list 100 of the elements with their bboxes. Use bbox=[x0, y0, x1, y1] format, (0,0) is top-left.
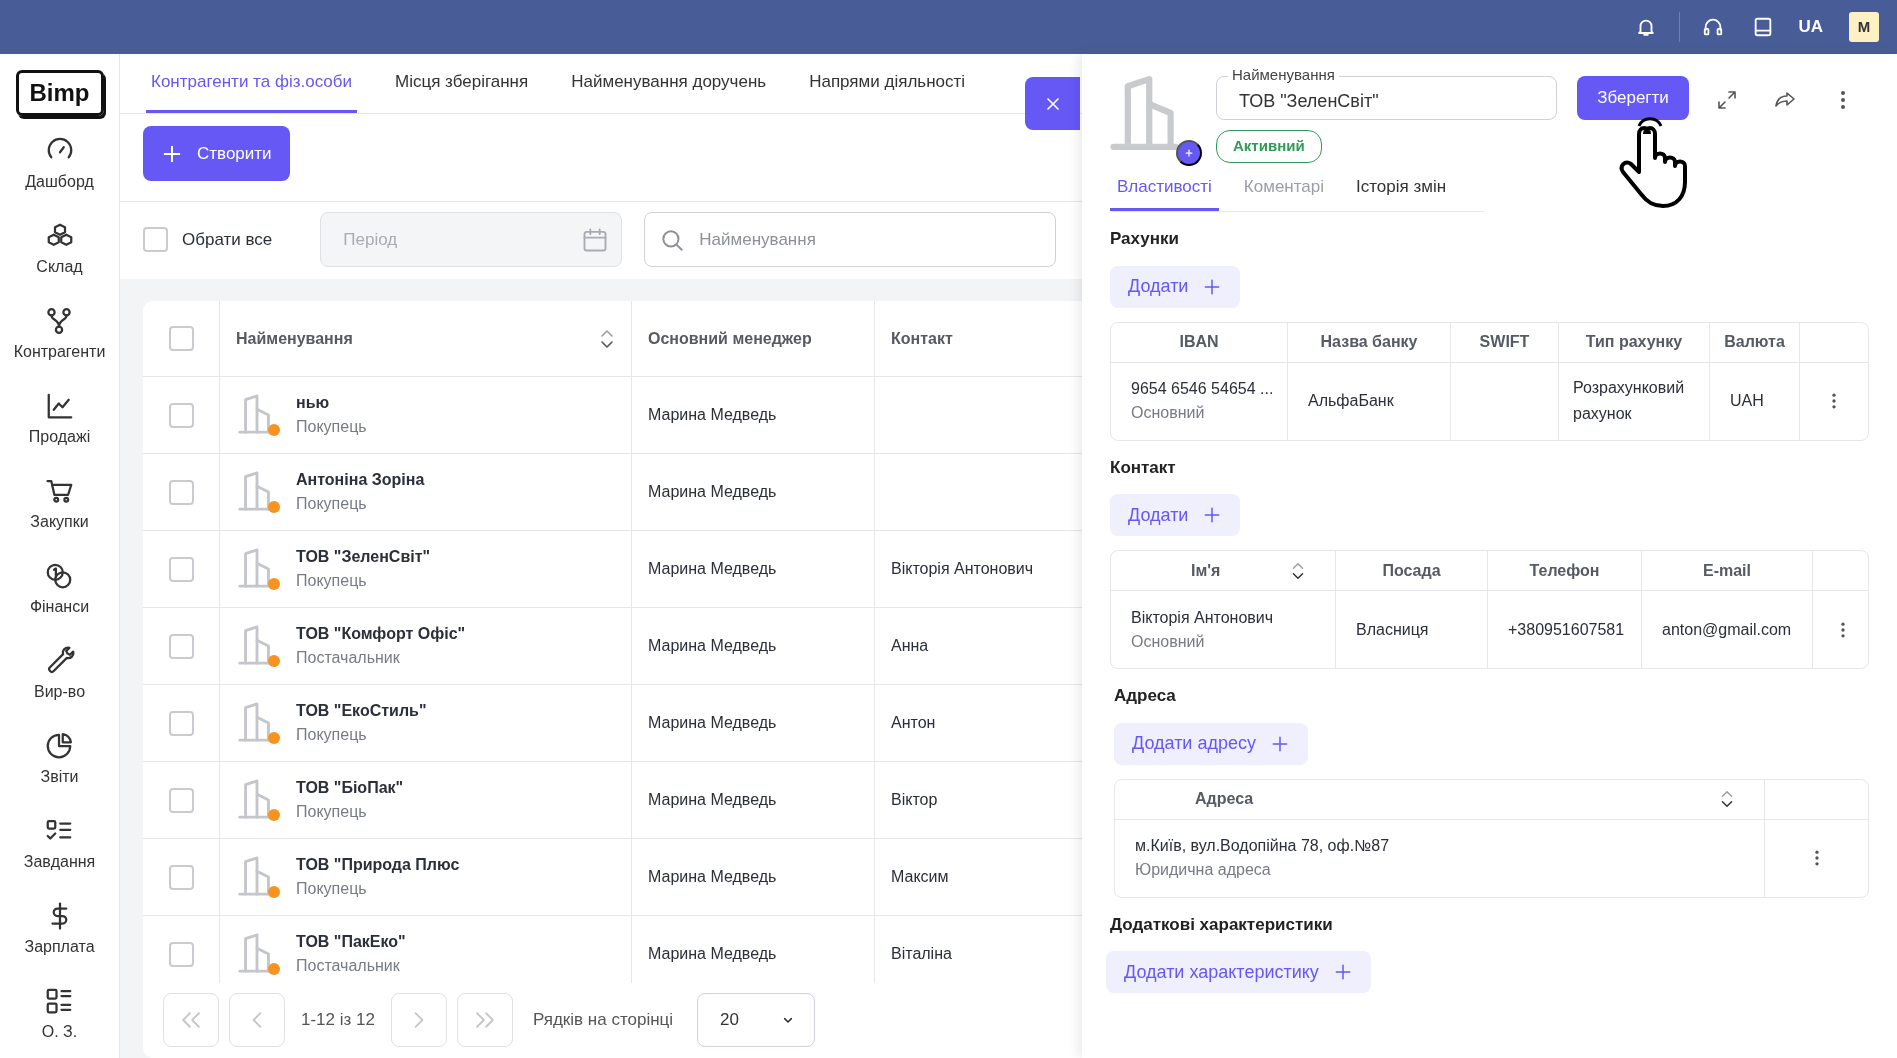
counterparty-type: Покупець bbox=[296, 725, 368, 745]
logo[interactable]: Bimp bbox=[15, 70, 104, 116]
column-header[interactable]: Контакт bbox=[891, 326, 953, 351]
save-button[interactable]: Зберегти bbox=[1577, 76, 1689, 120]
table-cell-text: Марина Медведь bbox=[648, 482, 777, 502]
table-cell-text: АльфаБанк bbox=[1308, 391, 1394, 411]
checkbox[interactable] bbox=[143, 227, 168, 252]
column-header[interactable]: Посада bbox=[1382, 558, 1441, 583]
sidebar-item[interactable]: Фінанси bbox=[29, 547, 90, 633]
column-header[interactable]: E-mail bbox=[1703, 558, 1751, 583]
table-cell-text: Антон bbox=[891, 713, 936, 733]
sidebar-item[interactable]: Дашборд bbox=[25, 122, 94, 208]
page-range: 1-12 із 12 bbox=[301, 1009, 375, 1032]
section-title: Контакт bbox=[1110, 456, 1177, 479]
rows-per-page-select[interactable]: 20 bbox=[697, 993, 816, 1047]
status-dot bbox=[268, 655, 280, 667]
column-header[interactable]: Адреса bbox=[1135, 786, 1744, 812]
previous-page-button[interactable] bbox=[229, 993, 285, 1047]
checkbox[interactable] bbox=[168, 941, 194, 967]
next-page-button[interactable] bbox=[390, 993, 447, 1047]
counterparty-name: ТОВ "ПакЕко" bbox=[296, 932, 406, 952]
counterparty-type: Постачальник bbox=[296, 648, 401, 668]
sidebar-item[interactable]: Закупки bbox=[30, 462, 89, 548]
checkbox[interactable] bbox=[168, 479, 194, 505]
close-button[interactable] bbox=[1025, 77, 1080, 130]
table-cell-text: Анна bbox=[891, 636, 929, 656]
status-dot bbox=[268, 732, 280, 744]
table-cell-text: Марина Медведь bbox=[648, 405, 777, 425]
counterparty-name: ТОВ "БіоПак" bbox=[296, 778, 404, 798]
column-header[interactable]: Тип рахунку bbox=[1585, 330, 1683, 354]
column-header[interactable]: Найменування bbox=[236, 325, 631, 352]
counterparty-type: Покупець bbox=[296, 802, 368, 822]
create-button[interactable]: Створити bbox=[143, 126, 290, 181]
checkbox[interactable] bbox=[168, 326, 194, 351]
first-page-icon bbox=[182, 1012, 200, 1028]
table-cell-text: Віктор bbox=[891, 790, 938, 810]
table-cell-text: UAH bbox=[1730, 391, 1764, 411]
add-button[interactable]: Додати bbox=[1110, 494, 1241, 536]
checkbox[interactable] bbox=[168, 633, 194, 659]
counterparty-name: ТОВ "Природа Плюс bbox=[296, 855, 460, 875]
table-cell-text: Максим bbox=[891, 867, 949, 887]
counterparty-name: Антоніна Зоріна bbox=[296, 470, 425, 490]
field-label: Найменування bbox=[1228, 66, 1339, 84]
sidebar-item[interactable]: Продажі bbox=[28, 377, 91, 463]
sidebar-item[interactable]: Склад bbox=[36, 207, 83, 293]
checkbox[interactable] bbox=[168, 710, 194, 736]
checkbox[interactable] bbox=[168, 864, 194, 890]
counterparty-type: Покупець bbox=[296, 417, 367, 437]
counterparty-name: ТОВ "Комфорт Офіс" bbox=[296, 624, 466, 644]
first-page-button[interactable] bbox=[163, 993, 219, 1047]
sidebar-item[interactable]: Зарплата bbox=[24, 887, 95, 973]
table-cell-text: Марина Медведь bbox=[648, 790, 777, 810]
counterparty-name: нью bbox=[296, 393, 331, 413]
checkbox[interactable] bbox=[168, 402, 194, 428]
cell-subtext: Основний bbox=[1131, 631, 1205, 652]
sidebar-item[interactable]: Завдання bbox=[23, 802, 96, 888]
column-header[interactable]: IBAN bbox=[1179, 330, 1219, 354]
tab[interactable]: Історія змін bbox=[1349, 166, 1454, 211]
tab[interactable]: Місця зберігання bbox=[390, 54, 534, 113]
status-dot bbox=[268, 501, 280, 513]
add-button[interactable]: Додати bbox=[1110, 265, 1241, 308]
status-dot bbox=[268, 578, 280, 590]
previous-page-icon bbox=[252, 1012, 262, 1028]
language-code[interactable]: UA bbox=[1798, 14, 1823, 40]
column-header[interactable]: SWIFT bbox=[1479, 330, 1530, 354]
table-cell-text: +380951607581 bbox=[1508, 619, 1625, 640]
column-header[interactable]: Телефон bbox=[1529, 558, 1600, 583]
table-cell-text: Розрахунковий рахунок bbox=[1573, 378, 1686, 424]
counterparty-type: Постачальник bbox=[296, 956, 401, 976]
headset-icon bbox=[1702, 16, 1725, 38]
status-dot bbox=[268, 809, 280, 821]
sidebar-item[interactable]: Звіти bbox=[40, 717, 79, 803]
add-button[interactable]: Додати адресу bbox=[1114, 722, 1308, 765]
section-title: Додаткові характеристики bbox=[1110, 913, 1334, 936]
table-cell-text: Віталіна bbox=[891, 944, 952, 964]
cell-subtext: Основний bbox=[1131, 403, 1205, 423]
add-button[interactable]: Додати характеристику bbox=[1106, 951, 1371, 993]
sidebar-item[interactable]: Контрагенти bbox=[13, 292, 106, 378]
tab[interactable]: Найменування доручень bbox=[566, 54, 772, 113]
column-header[interactable]: Валюта bbox=[1724, 330, 1785, 354]
last-page-button[interactable] bbox=[456, 993, 513, 1047]
column-header[interactable]: Назва банку bbox=[1320, 330, 1418, 354]
user-avatar[interactable]: M bbox=[1849, 12, 1879, 42]
sidebar-item[interactable]: О. З. bbox=[41, 972, 78, 1058]
checkbox[interactable] bbox=[168, 787, 194, 813]
add-photo-button[interactable] bbox=[1176, 140, 1202, 166]
column-header[interactable]: Ім'я bbox=[1131, 557, 1315, 584]
table-cell-text: Марина Медведь bbox=[648, 636, 777, 656]
counterparty-name: ТОВ "ЕкоСтиль" bbox=[296, 701, 427, 721]
tab[interactable]: Властивості bbox=[1110, 166, 1219, 211]
table-cell-text: Марина Медведь bbox=[648, 559, 777, 579]
cell-text: м.Київ, вул.Водопійна 78, оф.№87 bbox=[1135, 836, 1390, 856]
table-cell-text: Марина Медведь bbox=[648, 867, 777, 887]
sidebar-item[interactable]: Вир-во bbox=[33, 632, 86, 718]
counterparty-name: ТОВ "ЗеленСвіт" bbox=[296, 547, 431, 567]
tab[interactable]: Напрями діяльності bbox=[804, 54, 971, 113]
cell-subtext: Юридична адреса bbox=[1135, 860, 1271, 880]
checkbox[interactable] bbox=[168, 556, 194, 582]
tab[interactable]: Контрагенти та фіз.особи bbox=[146, 54, 357, 113]
column-header[interactable]: Основний менеджер bbox=[648, 326, 812, 351]
